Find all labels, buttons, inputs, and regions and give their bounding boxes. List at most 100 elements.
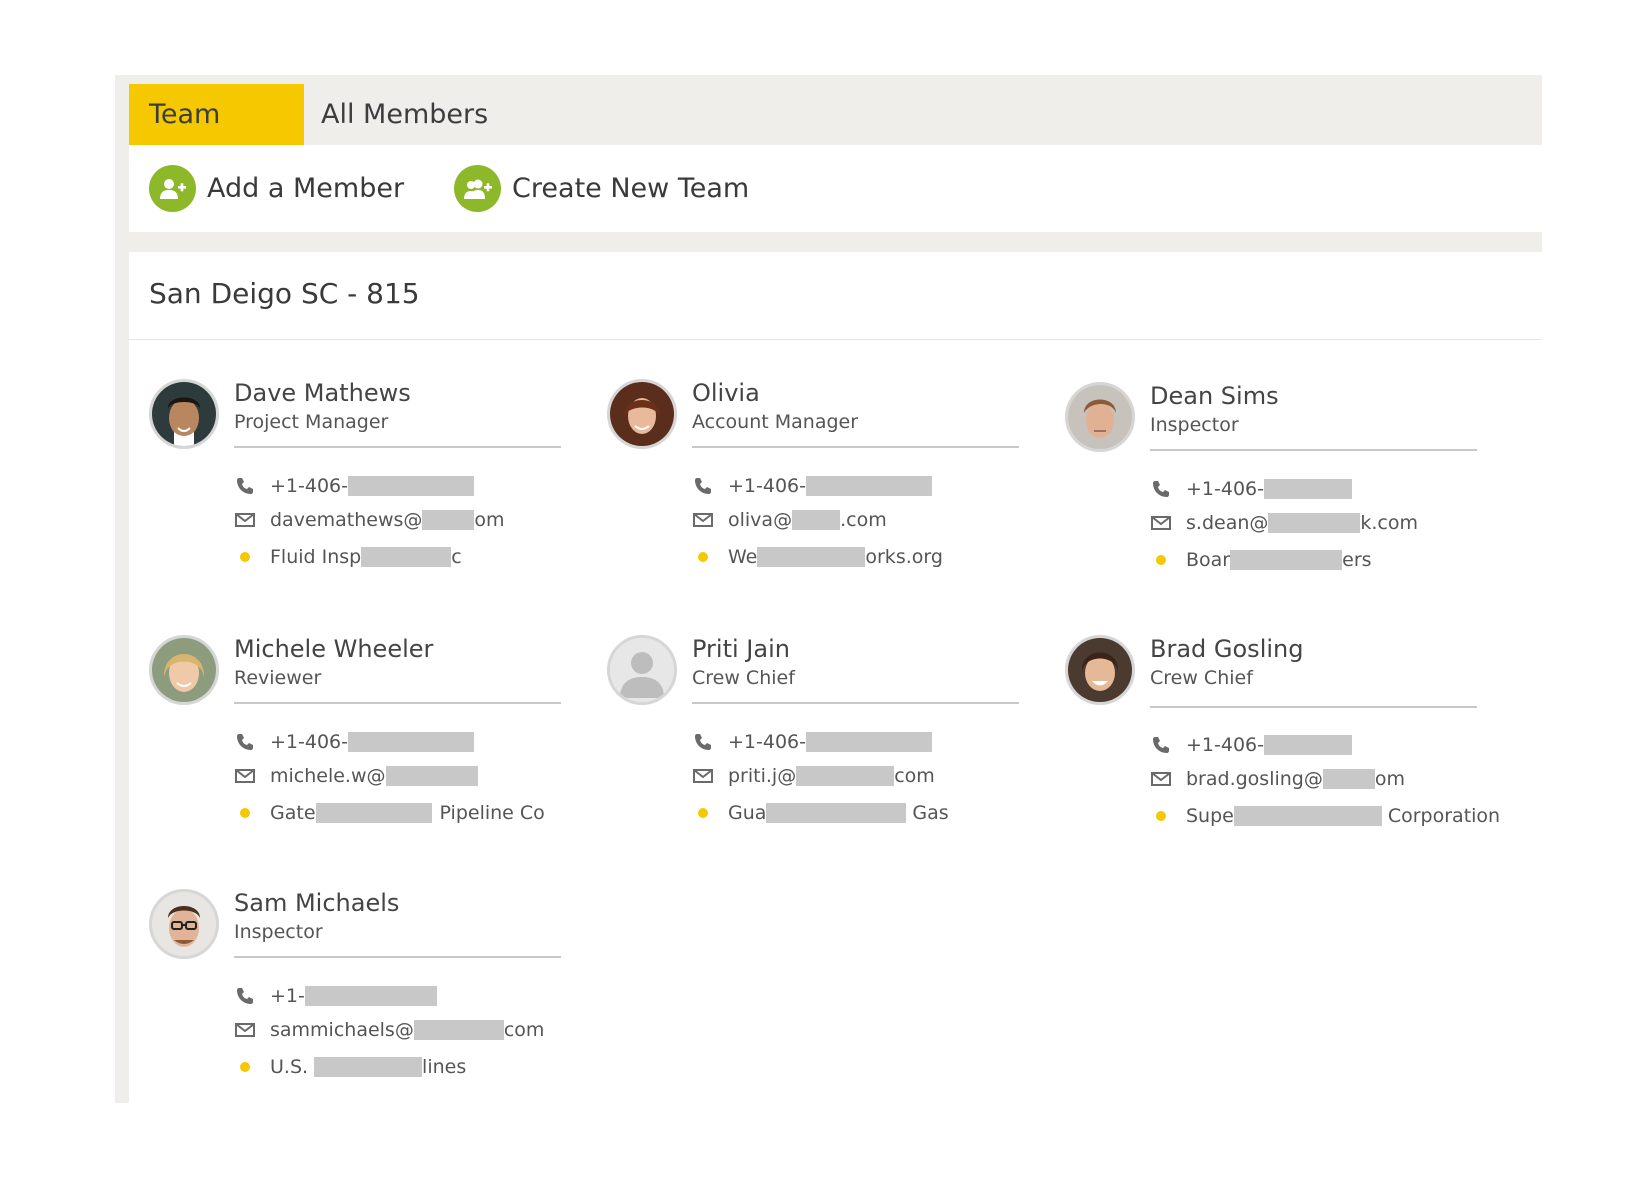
company-text: Corporation — [1387, 805, 1501, 827]
email-text: priti.j@ — [728, 765, 797, 787]
member-role: Inspector — [234, 921, 323, 943]
email-text: davemathews@ — [270, 509, 423, 531]
member-name: Brad Gosling — [1150, 635, 1304, 663]
redacted-block — [348, 732, 474, 752]
phone-icon — [234, 733, 256, 751]
divider — [1150, 706, 1477, 708]
member-phone[interactable]: +1- — [234, 985, 437, 1007]
avatar — [1065, 382, 1135, 452]
member-company: Gua Gas — [692, 802, 949, 824]
company-text: lines — [422, 1056, 467, 1078]
email-text: s.dean@ — [1186, 512, 1269, 534]
member-email[interactable]: brad.gosling@ om — [1150, 768, 1405, 790]
email-text: om — [474, 509, 505, 531]
redacted-block — [361, 547, 452, 567]
phone-text: +1- — [270, 985, 305, 1007]
member-phone[interactable]: +1-406- — [692, 731, 932, 753]
email-text: com — [503, 1019, 545, 1041]
email-text: oliva@ — [728, 509, 793, 531]
member-name: Dave Mathews — [234, 379, 411, 407]
member-name: Sam Michaels — [234, 889, 400, 917]
phone-icon — [692, 477, 714, 495]
tab-all-members[interactable]: All Members — [304, 84, 488, 145]
divider — [692, 446, 1019, 448]
email-text: brad.gosling@ — [1186, 768, 1323, 790]
divider — [234, 702, 561, 704]
create-team-label: Create New Team — [512, 173, 750, 204]
bullet-icon — [234, 552, 256, 562]
company-text: c — [451, 546, 462, 568]
member-company: U.S. lines — [234, 1056, 466, 1078]
company-text: Gate — [270, 802, 316, 824]
email-text: k.com — [1360, 512, 1418, 534]
divider — [129, 339, 1542, 340]
team-title: San Deigo SC - 815 — [149, 277, 420, 310]
company-text: Fluid Insp — [270, 546, 362, 568]
member-company: Supe Corporation — [1150, 805, 1500, 827]
bullet-icon — [692, 552, 714, 562]
redacted-block — [1264, 479, 1352, 499]
member-phone[interactable]: +1-406- — [234, 731, 474, 753]
company-text: orks.org — [865, 546, 943, 568]
email-text: com — [894, 765, 935, 787]
email-text: .com — [840, 509, 887, 531]
company-text: Pipeline Co — [439, 802, 545, 824]
member-role: Project Manager — [234, 411, 389, 433]
add-group-icon — [454, 165, 502, 212]
member-name: Priti Jain — [692, 635, 790, 663]
envelope-icon — [692, 768, 714, 784]
add-member-button[interactable]: Add a Member — [149, 165, 404, 212]
member-email[interactable]: priti.j@ com — [692, 765, 935, 787]
phone-text: +1-406- — [728, 731, 806, 753]
envelope-icon — [1150, 515, 1172, 531]
company-text: We — [728, 546, 758, 568]
divider — [234, 446, 561, 448]
company-text: ers — [1342, 549, 1372, 571]
phone-icon — [234, 477, 256, 495]
member-phone[interactable]: +1-406- — [692, 475, 932, 497]
avatar — [607, 379, 677, 449]
redacted-block — [1264, 735, 1352, 755]
tab-team[interactable]: Team — [129, 84, 304, 145]
member-phone[interactable]: +1-406- — [1150, 478, 1352, 500]
member-email[interactable]: davemathews@ om — [234, 509, 505, 531]
team-panel: San Deigo SC - 815 Dave Mathews Project … — [129, 252, 1542, 1103]
divider — [234, 956, 561, 958]
redacted-block — [413, 1020, 504, 1040]
phone-text: +1-406- — [270, 475, 348, 497]
avatar — [149, 635, 219, 705]
avatar — [607, 635, 677, 705]
redacted-block — [314, 1057, 423, 1077]
member-role: Reviewer — [234, 667, 322, 689]
member-name: Michele Wheeler — [234, 635, 434, 663]
member-name: Dean Sims — [1150, 382, 1279, 410]
action-bar: Add a Member Create New Team — [129, 145, 1542, 232]
redacted-block — [1233, 806, 1382, 826]
phone-text: +1-406- — [728, 475, 806, 497]
member-email[interactable]: oliva@ .com — [692, 509, 887, 531]
redacted-block — [792, 510, 841, 530]
redacted-block — [1230, 550, 1343, 570]
member-email[interactable]: s.dean@ k.com — [1150, 512, 1418, 534]
add-user-icon — [149, 165, 196, 212]
redacted-block — [385, 766, 478, 786]
bullet-icon — [1150, 555, 1172, 565]
member-phone[interactable]: +1-406- — [1150, 734, 1352, 756]
bullet-icon — [234, 808, 256, 818]
redacted-block — [796, 766, 895, 786]
phone-icon — [1150, 480, 1172, 498]
company-text: Gua — [728, 802, 767, 824]
member-email[interactable]: michele.w@ — [234, 765, 478, 787]
redacted-block — [315, 803, 432, 823]
member-company: Boar ers — [1150, 549, 1372, 571]
member-email[interactable]: sammichaels@ com — [234, 1019, 544, 1041]
email-text: om — [1374, 768, 1405, 790]
redacted-block — [806, 732, 932, 752]
create-team-button[interactable]: Create New Team — [454, 165, 749, 212]
bullet-icon — [692, 808, 714, 818]
member-phone[interactable]: +1-406- — [234, 475, 474, 497]
avatar — [149, 379, 219, 449]
divider — [692, 702, 1019, 704]
member-role: Inspector — [1150, 414, 1239, 436]
add-member-label: Add a Member — [207, 173, 405, 204]
